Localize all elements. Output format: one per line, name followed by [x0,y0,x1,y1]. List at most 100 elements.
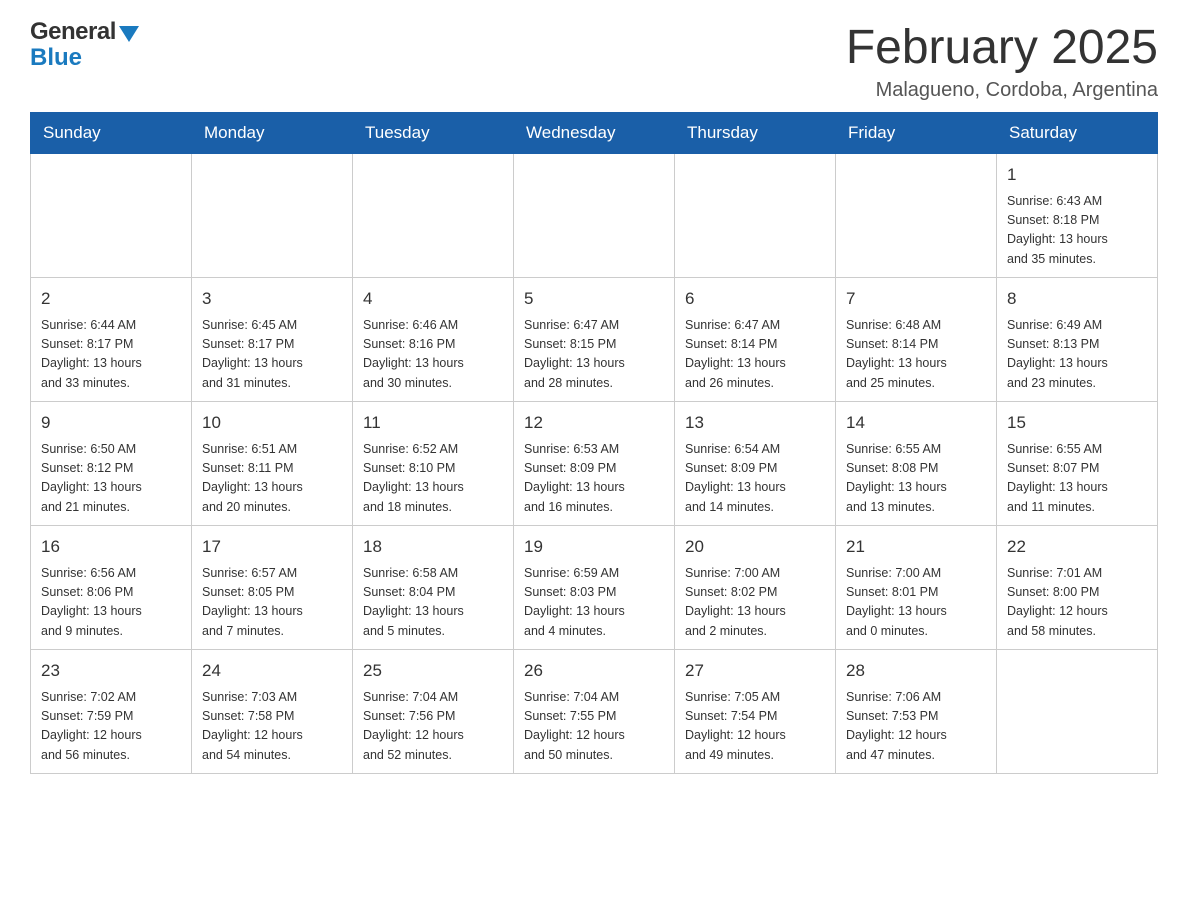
day-number: 11 [363,410,503,436]
day-sun-info: Sunrise: 6:55 AM Sunset: 8:08 PM Dayligh… [846,440,986,518]
day-of-week-header: Monday [192,113,353,154]
day-sun-info: Sunrise: 6:54 AM Sunset: 8:09 PM Dayligh… [685,440,825,518]
day-sun-info: Sunrise: 6:56 AM Sunset: 8:06 PM Dayligh… [41,564,181,642]
calendar-day-cell: 13 Sunrise: 6:54 AM Sunset: 8:09 PM Dayli… [675,402,836,526]
day-number: 4 [363,286,503,312]
day-sun-info: Sunrise: 7:05 AM Sunset: 7:54 PM Dayligh… [685,688,825,766]
day-sun-info: Sunrise: 6:52 AM Sunset: 8:10 PM Dayligh… [363,440,503,518]
calendar-week-row: 2 Sunrise: 6:44 AM Sunset: 8:17 PM Daylig… [31,278,1158,402]
calendar-week-row: 1Sunrise: 6:43 AM Sunset: 8:18 PM Daylig… [31,154,1158,278]
logo-arrow-icon [119,26,139,42]
day-number: 22 [1007,534,1147,560]
day-number: 17 [202,534,342,560]
day-sun-info: Sunrise: 7:04 AM Sunset: 7:56 PM Dayligh… [363,688,503,766]
calendar-day-cell [997,650,1158,774]
calendar-day-cell: 19 Sunrise: 6:59 AM Sunset: 8:03 PM Dayli… [514,526,675,650]
calendar-day-cell: 2 Sunrise: 6:44 AM Sunset: 8:17 PM Daylig… [31,278,192,402]
month-title: February 2025 [846,20,1158,75]
logo-general-text: General [30,20,116,44]
calendar-day-cell: 23 Sunrise: 7:02 AM Sunset: 7:59 PM Dayli… [31,650,192,774]
calendar-day-cell: 6 Sunrise: 6:47 AM Sunset: 8:14 PM Daylig… [675,278,836,402]
calendar-day-cell: 25 Sunrise: 7:04 AM Sunset: 7:56 PM Dayli… [353,650,514,774]
day-number: 8 [1007,286,1147,312]
calendar-day-cell: 24 Sunrise: 7:03 AM Sunset: 7:58 PM Dayli… [192,650,353,774]
day-number: 21 [846,534,986,560]
calendar-day-cell: 8 Sunrise: 6:49 AM Sunset: 8:13 PM Daylig… [997,278,1158,402]
calendar-day-cell: 15 Sunrise: 6:55 AM Sunset: 8:07 PM Dayli… [997,402,1158,526]
day-sun-info: Sunrise: 6:50 AM Sunset: 8:12 PM Dayligh… [41,440,181,518]
calendar-day-cell: 7Sunrise: 6:48 AM Sunset: 8:14 PM Daylig… [836,278,997,402]
day-of-week-header: Wednesday [514,113,675,154]
day-number: 28 [846,658,986,684]
logo: General Blue [30,20,139,72]
day-sun-info: Sunrise: 6:55 AM Sunset: 8:07 PM Dayligh… [1007,440,1147,518]
calendar-day-cell: 14 Sunrise: 6:55 AM Sunset: 8:08 PM Dayli… [836,402,997,526]
calendar-day-cell: 22Sunrise: 7:01 AM Sunset: 8:00 PM Dayli… [997,526,1158,650]
day-number: 12 [524,410,664,436]
calendar-day-cell: 1Sunrise: 6:43 AM Sunset: 8:18 PM Daylig… [997,154,1158,278]
calendar-day-cell: 3Sunrise: 6:45 AM Sunset: 8:17 PM Daylig… [192,278,353,402]
day-number: 26 [524,658,664,684]
day-number: 6 [685,286,825,312]
day-sun-info: Sunrise: 7:00 AM Sunset: 8:01 PM Dayligh… [846,564,986,642]
day-sun-info: Sunrise: 6:46 AM Sunset: 8:16 PM Dayligh… [363,316,503,394]
day-number: 15 [1007,410,1147,436]
day-number: 3 [202,286,342,312]
calendar-day-cell: 28 Sunrise: 7:06 AM Sunset: 7:53 PM Dayli… [836,650,997,774]
day-sun-info: Sunrise: 7:03 AM Sunset: 7:58 PM Dayligh… [202,688,342,766]
calendar-day-cell: 17 Sunrise: 6:57 AM Sunset: 8:05 PM Dayli… [192,526,353,650]
day-number: 23 [41,658,181,684]
day-number: 18 [363,534,503,560]
day-number: 27 [685,658,825,684]
day-of-week-header: Sunday [31,113,192,154]
day-number: 13 [685,410,825,436]
day-number: 19 [524,534,664,560]
calendar-day-cell [675,154,836,278]
day-number: 24 [202,658,342,684]
day-sun-info: Sunrise: 6:47 AM Sunset: 8:15 PM Dayligh… [524,316,664,394]
day-of-week-header: Tuesday [353,113,514,154]
day-number: 10 [202,410,342,436]
calendar-day-cell: 12Sunrise: 6:53 AM Sunset: 8:09 PM Dayli… [514,402,675,526]
day-sun-info: Sunrise: 6:48 AM Sunset: 8:14 PM Dayligh… [846,316,986,394]
day-number: 2 [41,286,181,312]
day-of-week-header: Thursday [675,113,836,154]
calendar-day-cell: 26Sunrise: 7:04 AM Sunset: 7:55 PM Dayli… [514,650,675,774]
calendar-day-cell: 4 Sunrise: 6:46 AM Sunset: 8:16 PM Daylig… [353,278,514,402]
day-number: 5 [524,286,664,312]
day-number: 9 [41,410,181,436]
calendar-day-cell: 18 Sunrise: 6:58 AM Sunset: 8:04 PM Dayli… [353,526,514,650]
day-number: 25 [363,658,503,684]
calendar-table: SundayMondayTuesdayWednesdayThursdayFrid… [30,112,1158,774]
title-section: February 2025 Malagueno, Cordoba, Argent… [846,20,1158,102]
calendar-header-row: SundayMondayTuesdayWednesdayThursdayFrid… [31,113,1158,154]
day-sun-info: Sunrise: 6:58 AM Sunset: 8:04 PM Dayligh… [363,564,503,642]
calendar-week-row: 23 Sunrise: 7:02 AM Sunset: 7:59 PM Dayli… [31,650,1158,774]
calendar-day-cell: 5 Sunrise: 6:47 AM Sunset: 8:15 PM Daylig… [514,278,675,402]
location-subtitle: Malagueno, Cordoba, Argentina [846,79,1158,102]
day-sun-info: Sunrise: 6:57 AM Sunset: 8:05 PM Dayligh… [202,564,342,642]
calendar-day-cell: 9 Sunrise: 6:50 AM Sunset: 8:12 PM Daylig… [31,402,192,526]
day-sun-info: Sunrise: 7:00 AM Sunset: 8:02 PM Dayligh… [685,564,825,642]
day-of-week-header: Saturday [997,113,1158,154]
day-number: 20 [685,534,825,560]
calendar-day-cell: 27 Sunrise: 7:05 AM Sunset: 7:54 PM Dayli… [675,650,836,774]
day-number: 14 [846,410,986,436]
calendar-day-cell: 16Sunrise: 6:56 AM Sunset: 8:06 PM Dayli… [31,526,192,650]
calendar-day-cell [31,154,192,278]
calendar-day-cell: 20 Sunrise: 7:00 AM Sunset: 8:02 PM Dayli… [675,526,836,650]
day-sun-info: Sunrise: 6:59 AM Sunset: 8:03 PM Dayligh… [524,564,664,642]
day-sun-info: Sunrise: 6:49 AM Sunset: 8:13 PM Dayligh… [1007,316,1147,394]
calendar-week-row: 16Sunrise: 6:56 AM Sunset: 8:06 PM Dayli… [31,526,1158,650]
day-sun-info: Sunrise: 7:06 AM Sunset: 7:53 PM Dayligh… [846,688,986,766]
calendar-day-cell [514,154,675,278]
calendar-day-cell: 11 Sunrise: 6:52 AM Sunset: 8:10 PM Dayli… [353,402,514,526]
calendar-day-cell [836,154,997,278]
logo-blue-text: Blue [30,44,139,72]
day-sun-info: Sunrise: 6:43 AM Sunset: 8:18 PM Dayligh… [1007,192,1147,270]
calendar-day-cell [192,154,353,278]
day-sun-info: Sunrise: 6:44 AM Sunset: 8:17 PM Dayligh… [41,316,181,394]
day-of-week-header: Friday [836,113,997,154]
day-sun-info: Sunrise: 7:02 AM Sunset: 7:59 PM Dayligh… [41,688,181,766]
day-sun-info: Sunrise: 6:47 AM Sunset: 8:14 PM Dayligh… [685,316,825,394]
